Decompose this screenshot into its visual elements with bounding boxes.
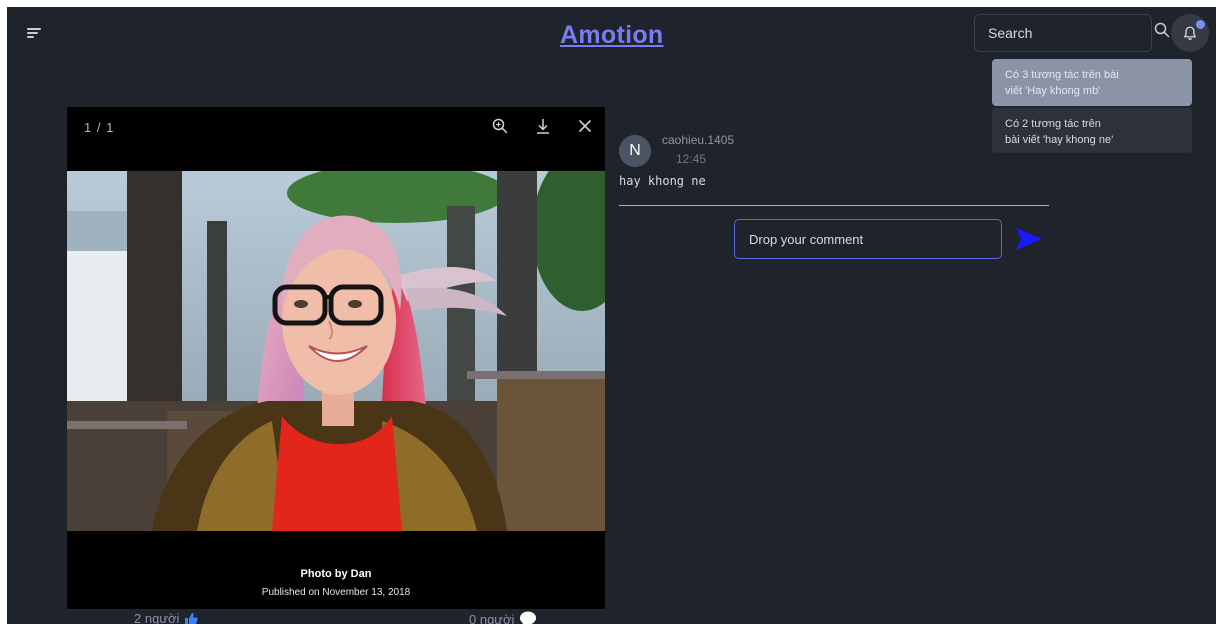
notification-text-line1: Có 3 tương tác trên bài: [1005, 69, 1119, 81]
comment-input[interactable]: [734, 219, 1002, 259]
notification-text-line1: Có 2 tương tác trên: [1005, 118, 1101, 130]
comment-username[interactable]: caohieu.1405: [662, 133, 734, 147]
hamburger-icon[interactable]: [27, 27, 41, 39]
divider: [619, 205, 1049, 206]
comment-reaction[interactable]: 0 người: [469, 611, 537, 624]
speech-bubble-icon: [520, 611, 537, 624]
comment-count: 0 người: [469, 611, 515, 624]
post-photo: [67, 171, 605, 531]
photo-counter: 1 / 1: [84, 120, 115, 135]
search-input[interactable]: [974, 14, 1152, 52]
like-reaction[interactable]: 2 người: [134, 611, 199, 624]
notification-text-line2: viết 'Hay khong mb': [1005, 85, 1101, 97]
comment-timestamp: 12:45: [676, 152, 707, 166]
app-logo[interactable]: Amotion: [560, 21, 663, 50]
zoom-in-icon[interactable]: [491, 117, 509, 135]
close-icon[interactable]: [576, 117, 594, 135]
notification-dot: [1195, 19, 1206, 30]
comment-text: hay khong ne: [619, 174, 706, 188]
photo-caption-title: Photo by Dan: [300, 568, 372, 580]
like-count: 2 người: [134, 611, 180, 624]
photo-caption-subtitle: Published on November 13, 2018: [261, 587, 411, 598]
send-icon[interactable]: [1015, 227, 1043, 251]
notification-text-line2: bài viết 'hay khong ne': [1005, 134, 1114, 146]
search-icon[interactable]: [1154, 22, 1170, 38]
photo-viewer: 1 / 1 Photo by Dan Published on November…: [67, 107, 605, 609]
app-window: Amotion Có 3 tương tác trên bài viết 'Ha…: [7, 7, 1216, 624]
notification-button[interactable]: [1171, 14, 1209, 52]
download-icon[interactable]: [534, 117, 552, 135]
avatar: N: [619, 135, 651, 167]
thumbs-up-icon: [185, 612, 199, 624]
notification-item[interactable]: Có 3 tương tác trên bài viết 'Hay khong …: [992, 59, 1192, 106]
notification-item[interactable]: Có 2 tương tác trên bài viết 'hay khong …: [992, 108, 1192, 153]
